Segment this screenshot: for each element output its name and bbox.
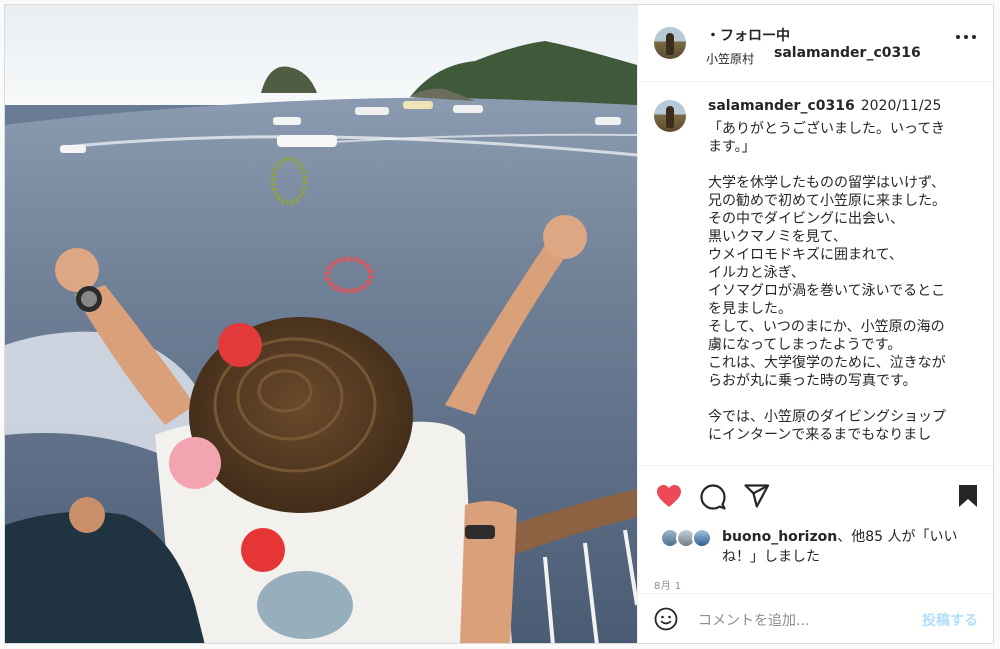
comment-icon[interactable] xyxy=(700,484,726,510)
post-sidebar: salamander_c0316 ・フォロー中 小笠原村 salamander_c… xyxy=(637,5,993,643)
post-header: salamander_c0316 ・フォロー中 小笠原村 xyxy=(638,5,993,82)
action-bar xyxy=(638,466,993,526)
caption-line: ウメイロモドキズに囲まれて、 xyxy=(708,247,903,263)
caption-username[interactable]: salamander_c0316 xyxy=(708,98,855,114)
likes-text: buono_horizon、他85 人が「いいね！」しました xyxy=(722,527,986,567)
caption-line: にインターンで来るまでもなりまし xyxy=(708,427,932,443)
separator: ・ xyxy=(706,28,720,44)
paper-plane-icon[interactable] xyxy=(744,484,770,508)
caption-line: 今では、小笠原のダイビングショップ xyxy=(708,409,946,425)
caption-line: これは、大学復学のために、泣きなが xyxy=(708,355,946,371)
more-horizontal-icon[interactable] xyxy=(956,35,976,41)
caption-line: を見ました。 xyxy=(708,301,792,317)
caption-line: 虜になってしまったようです。 xyxy=(708,337,902,353)
author-username[interactable]: salamander_c0316 xyxy=(774,45,921,61)
follow-status-button[interactable]: フォロー中 xyxy=(720,28,790,44)
post-comment-button[interactable]: 投稿する xyxy=(922,610,978,630)
caption-line: らおが丸に乗った時の写真です。 xyxy=(708,373,917,389)
location-link[interactable]: 小笠原村 xyxy=(706,50,754,67)
caption-line: 黒いクマノミを見て、 xyxy=(708,229,847,245)
comment-input[interactable]: コメントを追加... xyxy=(698,610,809,630)
caption-header: salamander_c0316 2020/11/25 xyxy=(708,98,941,114)
caption-line: 「ありがとうございました。いってき xyxy=(708,121,945,137)
caption-line: イソマグロが渦を巻いて泳いでるとこ xyxy=(708,283,946,299)
liker-avatar[interactable] xyxy=(692,528,712,548)
caption-line: 兄の勧めで初めて小笠原に来ました。 xyxy=(708,193,946,209)
liker-username[interactable]: buono_horizon xyxy=(722,529,837,545)
author-avatar[interactable] xyxy=(654,27,686,59)
photo-illustration xyxy=(5,5,637,643)
caption-avatar[interactable] xyxy=(654,100,686,132)
caption-line: イルカと泳ぎ、 xyxy=(708,265,805,281)
caption-line: 大学を休学したものの留学はいけず、 xyxy=(708,175,946,191)
caption-line: そして、いつのまにか、小笠原の海の xyxy=(708,319,945,335)
smiley-icon[interactable] xyxy=(654,607,678,631)
post-photo[interactable] xyxy=(5,5,637,643)
header-line: salamander_c0316 ・フォロー中 xyxy=(706,25,921,61)
caption-date: 2020/11/25 xyxy=(860,98,942,114)
post-frame: salamander_c0316 ・フォロー中 小笠原村 salamander_c… xyxy=(4,4,994,644)
caption-section: salamander_c0316 2020/11/25 「ありがとうございました。… xyxy=(638,82,993,466)
caption-text: 「ありがとうございました。いってき ます。」 大学を休学したものの留学はいけず、… xyxy=(708,120,980,444)
caption-line xyxy=(708,156,980,174)
bookmark-filled-icon[interactable] xyxy=(958,484,978,508)
heart-filled-icon[interactable] xyxy=(656,484,682,508)
caption-line: その中でダイビングに出会い、 xyxy=(708,211,904,227)
post-timestamp[interactable]: 8月 1 xyxy=(654,577,682,592)
comment-bar: コメントを追加... 投稿する xyxy=(638,593,993,643)
caption-line: ます。」 xyxy=(708,139,756,155)
likes-section: buono_horizon、他85 人が「いいね！」しました xyxy=(638,525,993,575)
caption-line xyxy=(708,390,980,408)
